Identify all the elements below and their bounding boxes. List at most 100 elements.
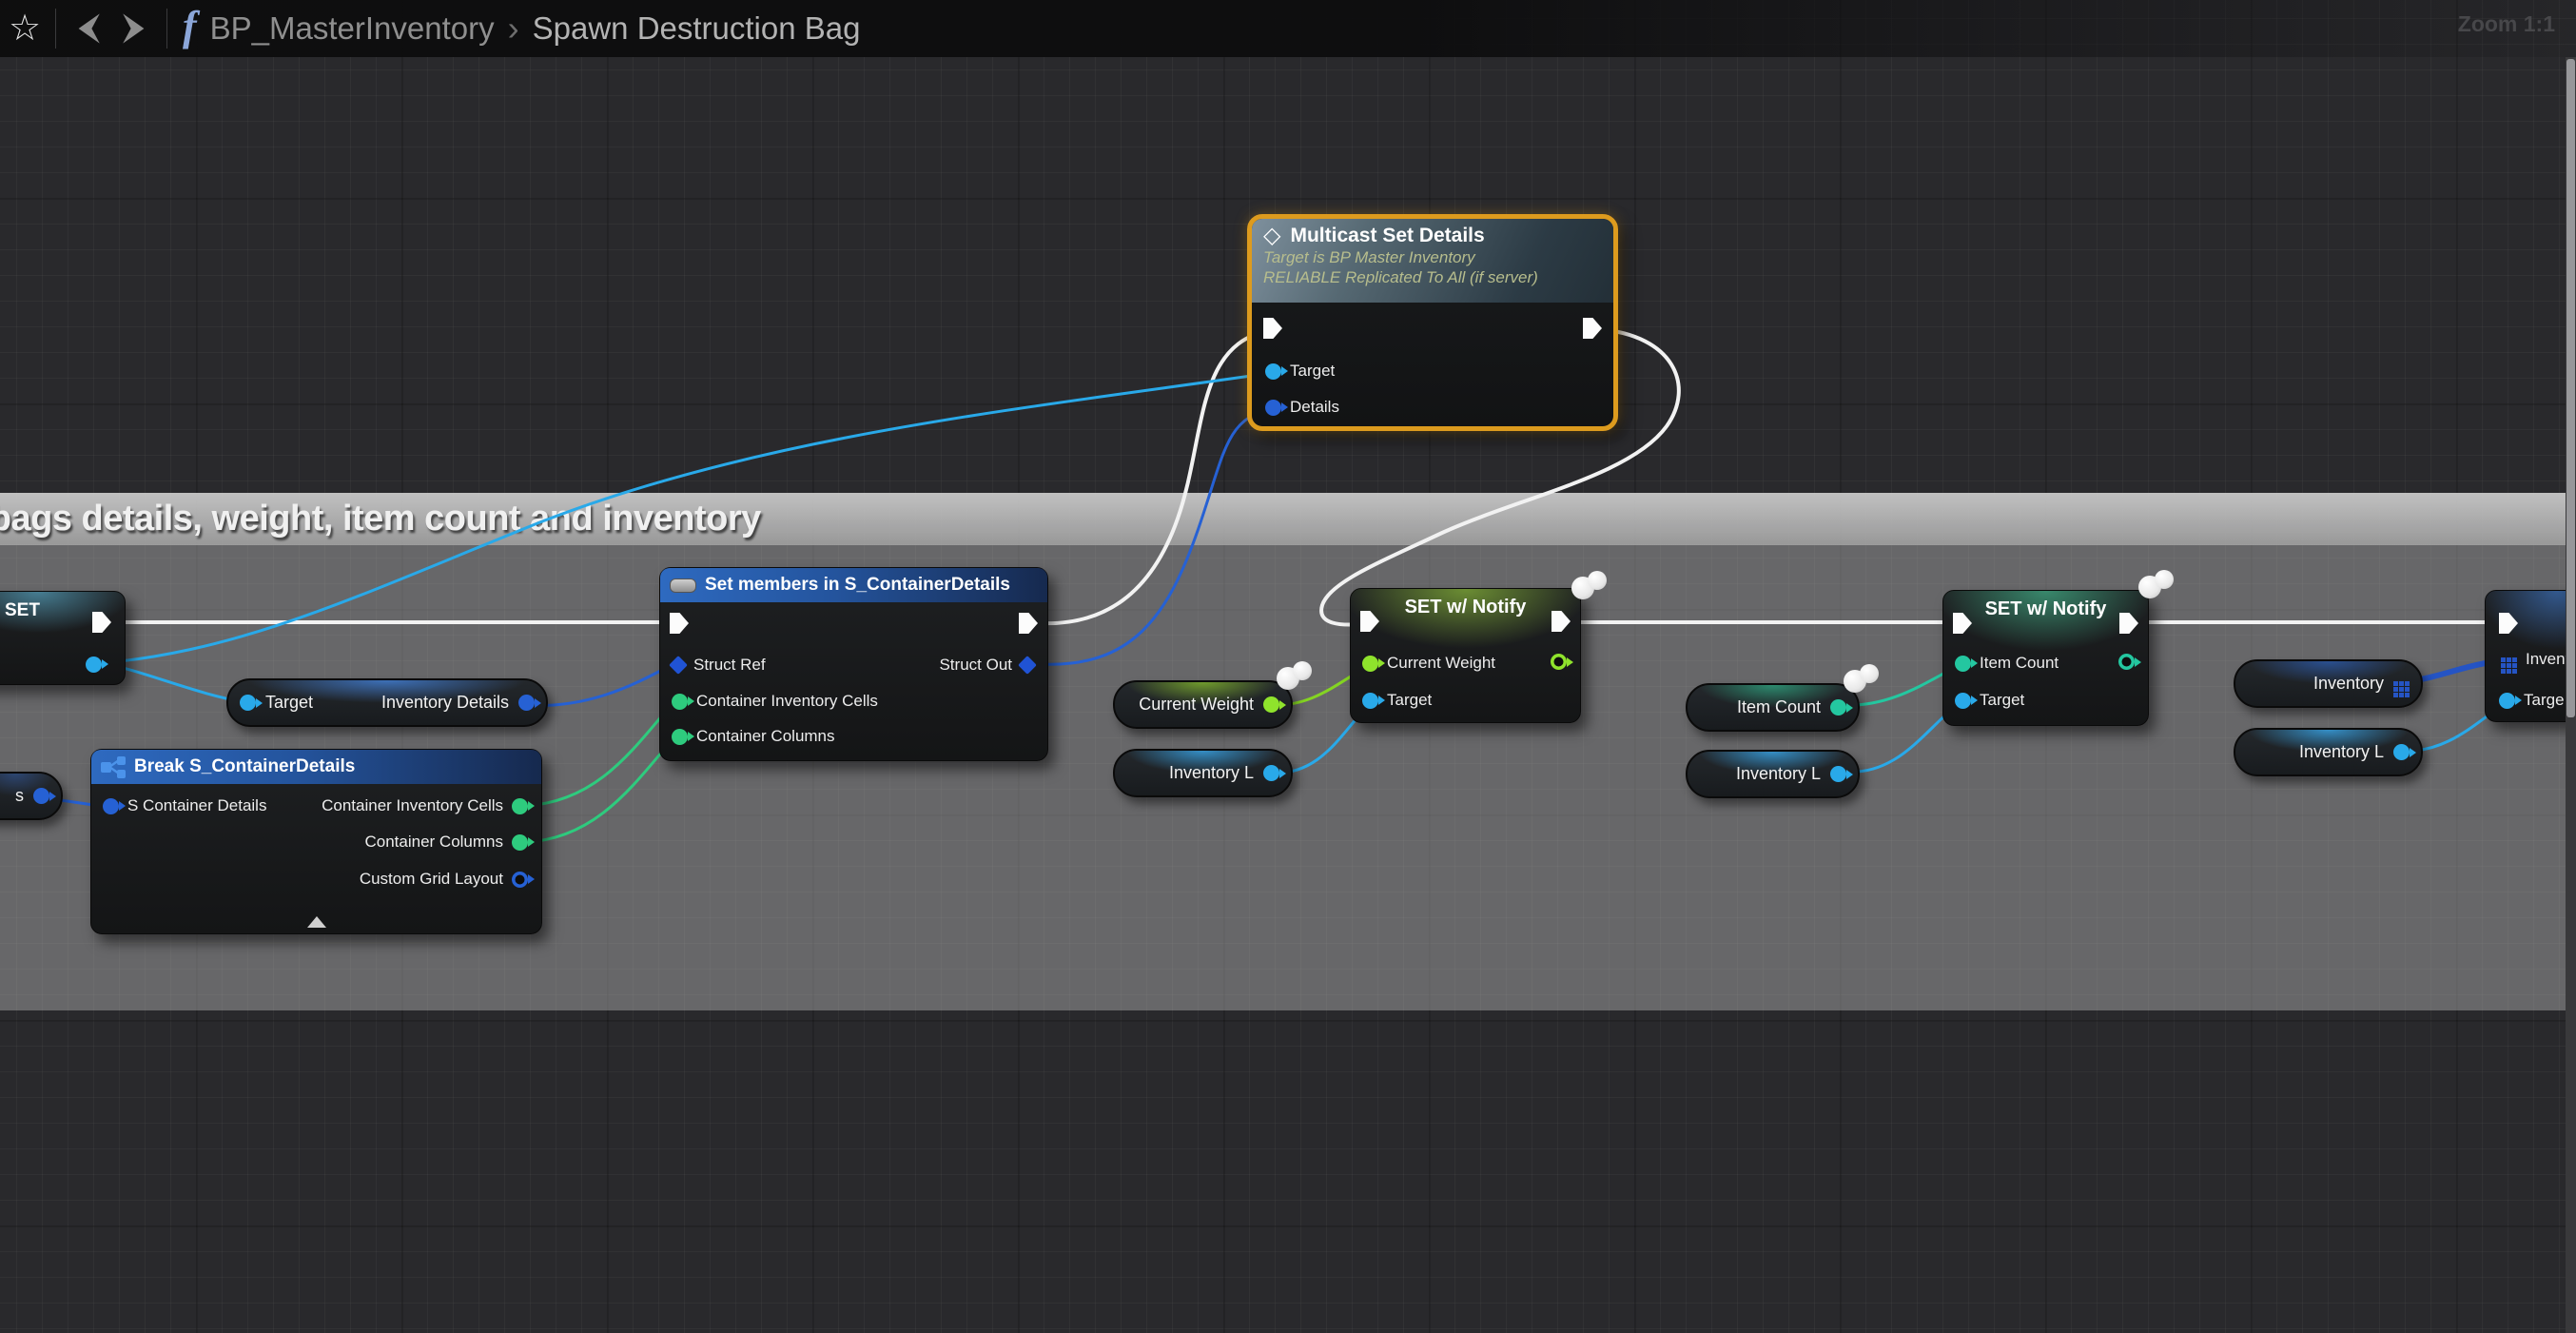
exec-in-pin[interactable]: [1953, 613, 1972, 634]
exec-in-pin[interactable]: [1360, 611, 1379, 632]
pin-row: Container Inventory Cells: [672, 692, 878, 711]
breadcrumb-function[interactable]: Spawn Destruction Bag: [533, 10, 861, 47]
favorite-star-button[interactable]: ☆: [0, 0, 49, 57]
pin-label: Current Weight: [1139, 695, 1254, 715]
node-get-current-weight[interactable]: Current Weight: [1113, 680, 1293, 729]
inventory-details-pin[interactable]: [518, 695, 535, 711]
pin-label: Struct Ref: [693, 656, 766, 675]
pin-row: Container Columns: [364, 833, 528, 852]
custom-grid-layout-pin[interactable]: [512, 872, 528, 888]
exec-in-pin[interactable]: [1263, 318, 1282, 339]
s-container-details-pin[interactable]: [103, 798, 119, 814]
pin-label: Invent: [2526, 650, 2569, 669]
node-get-inventory[interactable]: Inventory: [2234, 659, 2423, 708]
node-get-item-count[interactable]: Item Count: [1686, 683, 1860, 732]
exec-in-pin[interactable]: [670, 613, 689, 634]
wire-break-columns-setmembers[interactable]: [525, 738, 673, 842]
pin-row: Targe: [2499, 691, 2565, 710]
node-title: SET w/ Notify: [1351, 597, 1580, 618]
target-pin[interactable]: [1955, 693, 1971, 709]
pin-label: S Container Details: [127, 796, 266, 815]
node-get-inventory-details[interactable]: Target Inventory Details: [226, 678, 548, 727]
node-subtitle-line2: RELIABLE Replicated To All (if server): [1263, 267, 1602, 287]
pin-label: Details: [1290, 398, 1339, 417]
pin-label: Struct Out: [939, 656, 1012, 675]
struct-out-pin[interactable]: [1018, 656, 1037, 675]
node-title: Multicast Set Details: [1290, 225, 1484, 247]
node-set-members-s-containerdetails[interactable]: Set members in S_ContainerDetails Struct…: [659, 567, 1048, 761]
pin-row: S Container Details: [103, 796, 266, 815]
current-weight-pin[interactable]: [1263, 696, 1279, 713]
exec-out-pin[interactable]: [92, 612, 111, 633]
node-get-details-partial[interactable]: s: [0, 772, 63, 820]
target-pin[interactable]: [1265, 363, 1281, 380]
pin-row: Item Count: [1955, 654, 2059, 673]
exec-out-pin[interactable]: [1583, 318, 1602, 339]
breadcrumb-blueprint[interactable]: BP_MasterInventory: [210, 10, 495, 47]
pin-label: Inventory L: [1169, 763, 1254, 783]
node-get-inventory-l[interactable]: Inventory L: [1113, 749, 1293, 797]
vertical-scrollbar-thumb[interactable]: [2566, 59, 2575, 717]
node-header: Break S_ContainerDetails: [91, 750, 541, 784]
inventory-map-pin[interactable]: [2393, 681, 2398, 686]
current-weight-out-pin[interactable]: [1551, 654, 1567, 670]
multicast-delegate-icon: ◇: [1263, 225, 1280, 247]
pin-label: Targe: [2524, 691, 2565, 710]
wire-structout-details[interactable]: [1039, 406, 1286, 664]
pin-label: Inventory L: [2299, 742, 2384, 762]
node-set-inventory-left[interactable]: SET ory L: [0, 591, 126, 685]
node-header: ◇ Multicast Set Details Target is BP Mas…: [1252, 219, 1613, 303]
back-button[interactable]: [62, 0, 111, 57]
exec-out-pin[interactable]: [2119, 613, 2138, 634]
node-get-inventory-l[interactable]: Inventory L: [1686, 750, 1860, 798]
pin-row: Struct Ref: [672, 656, 766, 675]
inventory-l-pin[interactable]: [1263, 765, 1279, 781]
forward-button[interactable]: [111, 0, 161, 57]
node-set-notify-inventory-partial[interactable]: S Invent Targe: [2485, 590, 2576, 722]
target-pin[interactable]: [240, 695, 256, 711]
breadcrumb-toolbar: ☆ f BP_MasterInventory › Spawn Destructi…: [0, 0, 2576, 57]
pin-label: Container Columns: [696, 727, 835, 746]
exec-in-pin[interactable]: [2499, 613, 2518, 634]
target-pin[interactable]: [1362, 693, 1378, 709]
pin-row: Container Columns: [672, 727, 835, 746]
zoom-level-label: Zoom 1:1: [2458, 11, 2555, 37]
wire-break-cells-setmembers[interactable]: [525, 702, 673, 806]
current-weight-pin[interactable]: [1362, 656, 1378, 672]
details-pin[interactable]: [1265, 400, 1281, 416]
inventory-l-pin[interactable]: [2393, 744, 2410, 760]
details-pin[interactable]: [33, 788, 49, 804]
node-multicast-set-details[interactable]: ◇ Multicast Set Details Target is BP Mas…: [1247, 214, 1618, 431]
struct-icon: [670, 578, 696, 593]
blueprint-graph-editor: n bags details, weight, item count and i…: [0, 0, 2576, 1333]
target-pin[interactable]: [2499, 693, 2515, 709]
inventory-map-pin[interactable]: [2501, 657, 2506, 662]
node-get-inventory-l[interactable]: Inventory L: [2234, 728, 2423, 776]
pin-label: s: [15, 786, 24, 806]
node-header: Set members in S_ContainerDetails: [660, 568, 1047, 602]
node-break-s-containerdetails[interactable]: Break S_ContainerDetails S Container Det…: [90, 749, 542, 934]
node-subtitle-line1: Target is BP Master Inventory: [1263, 247, 1602, 267]
pin-row: Current Weight: [1362, 654, 1495, 673]
container-columns-pin[interactable]: [512, 834, 528, 851]
wire-exec-setmembers-multicast[interactable]: [1039, 330, 1272, 623]
pin-row: Target: [1362, 691, 1432, 710]
node-set-notify-item-count[interactable]: SET w/ Notify Item Count Target: [1942, 590, 2149, 726]
node-set-notify-current-weight[interactable]: SET w/ Notify Current Weight Target: [1350, 588, 1581, 723]
pin-label: Target: [1290, 362, 1335, 381]
item-count-pin[interactable]: [1955, 656, 1971, 672]
pin-row: Invent: [2501, 650, 2569, 669]
inventory-l-pin[interactable]: [1830, 766, 1846, 782]
exec-out-pin[interactable]: [1551, 611, 1571, 632]
container-columns-pin[interactable]: [672, 729, 688, 745]
item-count-pin[interactable]: [1830, 699, 1846, 716]
struct-ref-pin[interactable]: [669, 656, 688, 675]
item-count-out-pin[interactable]: [2118, 654, 2135, 670]
container-inventory-cells-pin[interactable]: [672, 694, 688, 710]
collapse-arrow-icon[interactable]: [307, 916, 326, 928]
inventory-l-pin[interactable]: [86, 657, 102, 673]
vertical-scrollbar-track[interactable]: [2566, 57, 2576, 1333]
container-inventory-cells-pin[interactable]: [512, 798, 528, 814]
toolbar-divider: [55, 9, 56, 49]
exec-out-pin[interactable]: [1019, 613, 1038, 634]
